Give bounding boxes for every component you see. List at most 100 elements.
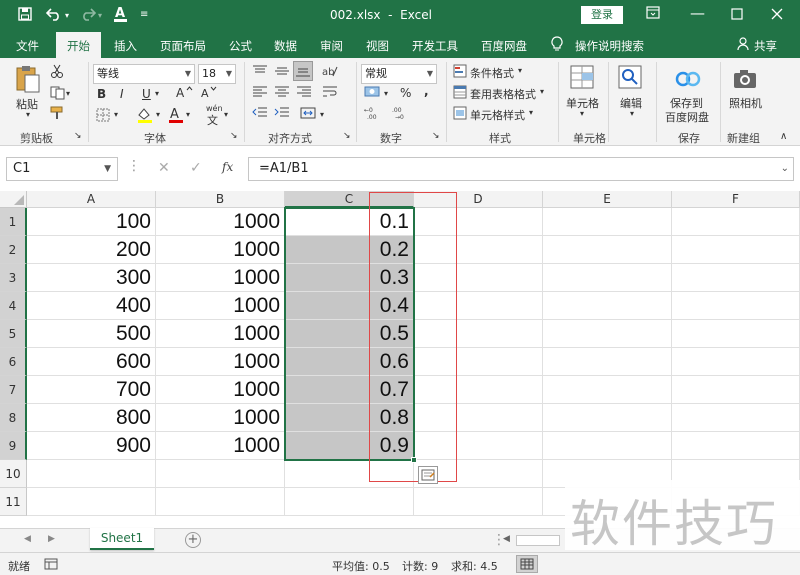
column-header-f[interactable]: F (672, 191, 800, 208)
insert-function-button[interactable]: fx (222, 160, 233, 174)
font-color-qa-icon[interactable]: A (113, 5, 129, 27)
cell-a5[interactable]: 500 (27, 320, 156, 348)
row-header[interactable]: 10 (0, 460, 27, 488)
tab-formulas[interactable]: 公式 (229, 38, 252, 54)
cell-a10[interactable] (27, 460, 156, 488)
fill-color-dropdown-icon[interactable]: ▾ (156, 110, 160, 119)
cell-c9[interactable]: 0.9 (285, 432, 414, 460)
phonetic-dropdown-icon[interactable]: ▾ (224, 110, 228, 119)
tab-view[interactable]: 视图 (366, 38, 389, 54)
row-header[interactable]: 6 (0, 348, 27, 376)
cell-b3[interactable]: 1000 (156, 264, 285, 292)
row-header[interactable]: 8 (0, 404, 27, 432)
chevron-down-icon[interactable]: ▾ (580, 109, 584, 118)
conditional-format-icon[interactable] (453, 64, 467, 81)
bold-button[interactable]: B (97, 87, 106, 101)
maximize-icon[interactable] (731, 6, 743, 24)
row-header[interactable]: 4 (0, 292, 27, 320)
cell-c6[interactable]: 0.6 (285, 348, 414, 376)
column-header-e[interactable]: E (543, 191, 672, 208)
increase-decimal-icon[interactable]: ←0.00 (364, 106, 382, 123)
cut-icon[interactable] (50, 64, 64, 81)
underline-dropdown-icon[interactable]: ▾ (155, 89, 159, 98)
add-sheet-icon[interactable]: + (185, 532, 201, 548)
table-format-button[interactable]: 套用表格格式 (470, 86, 536, 102)
cell-a8[interactable]: 800 (27, 404, 156, 432)
column-header-c[interactable]: C (285, 191, 414, 208)
undo-dropdown-icon[interactable]: ▾ (65, 11, 69, 20)
align-right-icon[interactable] (296, 85, 312, 102)
conditional-format-button[interactable]: 条件格式 (470, 65, 514, 81)
confirm-entry-icon[interactable]: ✓ (190, 160, 202, 176)
merge-center-icon[interactable] (300, 106, 316, 123)
cell-b8[interactable]: 1000 (156, 404, 285, 432)
cell-c7[interactable]: 0.7 (285, 376, 414, 404)
clipboard-launcher-icon[interactable]: ↘ (74, 131, 82, 141)
cell-a3[interactable]: 300 (27, 264, 156, 292)
fill-handle[interactable] (411, 457, 417, 463)
formula-input[interactable]: =A1/B1 ⌄ (248, 157, 794, 181)
currency-dropdown-icon[interactable]: ▾ (384, 89, 388, 98)
tab-developer[interactable]: 开发工具 (412, 38, 458, 54)
column-header-b[interactable]: B (156, 191, 285, 208)
cell-a9[interactable]: 900 (27, 432, 156, 460)
cell-c2[interactable]: 0.2 (285, 236, 414, 264)
cell-c1[interactable]: 0.1 (285, 208, 414, 236)
customize-qa-icon[interactable]: ≡ (140, 9, 148, 20)
column-header-a[interactable]: A (27, 191, 156, 208)
comma-button[interactable]: , (424, 84, 429, 98)
font-color-icon[interactable]: A (168, 105, 184, 127)
cell-a2[interactable]: 200 (27, 236, 156, 264)
percent-button[interactable]: % (400, 86, 411, 100)
cell-a11[interactable] (27, 488, 156, 516)
orientation-icon[interactable]: ab (322, 64, 338, 81)
cell-c8[interactable]: 0.8 (285, 404, 414, 432)
baidu-pan-label[interactable]: 百度网盘 (665, 109, 709, 125)
table-format-icon[interactable] (453, 85, 467, 102)
font-color-dropdown-icon[interactable]: ▾ (186, 110, 190, 119)
chevron-down-icon[interactable]: ▾ (630, 109, 634, 118)
cell-a6[interactable]: 600 (27, 348, 156, 376)
chevron-down-icon[interactable]: ▾ (518, 66, 522, 75)
tab-insert[interactable]: 插入 (114, 38, 137, 54)
close-icon[interactable] (771, 6, 783, 24)
next-sheet-icon[interactable]: ▶ (48, 534, 55, 544)
cell-b9[interactable]: 1000 (156, 432, 285, 460)
decrease-font-icon[interactable]: A (200, 85, 218, 102)
cell-b2[interactable]: 1000 (156, 236, 285, 264)
cell-b10[interactable] (156, 460, 285, 488)
row-header[interactable]: 11 (0, 488, 27, 516)
quick-analysis-button[interactable] (418, 466, 438, 484)
cell-c3[interactable]: 0.3 (285, 264, 414, 292)
redo-dropdown-icon[interactable]: ▾ (98, 11, 102, 20)
tab-baidu-pan[interactable]: 百度网盘 (481, 38, 527, 54)
chevron-down-icon[interactable]: ▾ (529, 108, 533, 117)
increase-font-icon[interactable]: A (175, 85, 193, 102)
name-box[interactable]: C1 ▼ (6, 157, 118, 181)
select-all-corner[interactable] (0, 191, 27, 208)
tell-me-search[interactable]: 操作说明搜索 (575, 38, 644, 54)
collapse-ribbon-icon[interactable]: ∧ (780, 131, 787, 142)
wrap-text-icon[interactable] (322, 85, 338, 102)
align-left-icon[interactable] (252, 85, 268, 102)
cell-b11[interactable] (156, 488, 285, 516)
paste-dropdown-icon[interactable]: ▾ (26, 110, 30, 119)
cell-a1[interactable]: 100 (27, 208, 156, 236)
border-dropdown-icon[interactable]: ▾ (114, 110, 118, 119)
tab-review[interactable]: 审阅 (320, 38, 343, 54)
macro-record-icon[interactable] (44, 558, 58, 573)
merge-dropdown-icon[interactable]: ▾ (320, 110, 324, 119)
horizontal-scrollbar[interactable] (516, 535, 560, 546)
decrease-indent-icon[interactable] (252, 106, 268, 123)
minimize-icon[interactable]: — (690, 4, 705, 22)
font-name-select[interactable]: 等线 ▼ (93, 64, 195, 84)
fill-color-icon[interactable] (136, 106, 154, 127)
row-header[interactable]: 1 (0, 208, 27, 236)
tab-home[interactable]: 开始 (56, 32, 101, 60)
cell-b7[interactable]: 1000 (156, 376, 285, 404)
cell-style-button[interactable]: 单元格样式 (470, 107, 525, 123)
cell-b4[interactable]: 1000 (156, 292, 285, 320)
paste-icon[interactable] (14, 64, 42, 97)
tab-data[interactable]: 数据 (274, 38, 297, 54)
copy-dropdown-icon[interactable]: ▾ (66, 89, 70, 98)
